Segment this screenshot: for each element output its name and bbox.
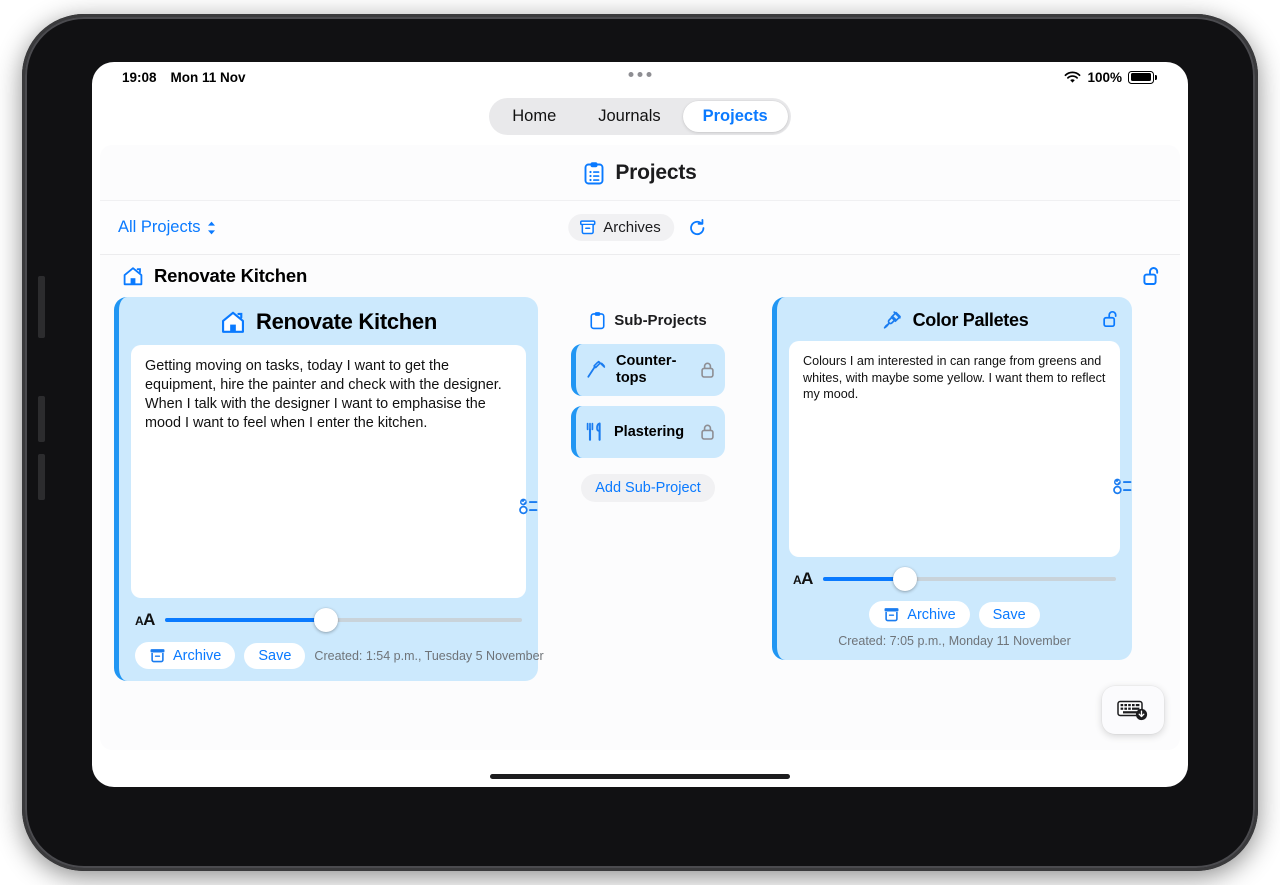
volume-up-button[interactable] [38,396,45,442]
status-time: 19:08 [122,69,157,85]
checklist-icon [1112,475,1134,497]
sub-project-label: Counter-tops [616,353,677,386]
status-bar-right: 100% [1064,69,1157,85]
keyboard-dismiss-icon [1116,697,1150,723]
project-header-title: Renovate Kitchen [154,265,308,286]
archive-box-icon [579,219,596,236]
all-projects-label: All Projects [118,218,201,236]
right-card-actions: Archive Save [777,593,1132,632]
left-font-size-slider[interactable]: AA [119,598,538,634]
hammer-icon [585,359,607,381]
right-column: Color Palletes Colours I am interested i… [772,297,1132,660]
left-note-text[interactable]: Getting moving on tasks, today I want to… [131,345,526,598]
right-card-unlock-button[interactable] [1102,309,1120,329]
chevron-up-down-icon [206,220,217,236]
left-checklist-button[interactable] [514,491,544,521]
left-column: Renovate Kitchen Getting moving on tasks… [114,297,544,681]
refresh-button[interactable] [682,213,712,243]
refresh-circle-icon [687,218,707,238]
left-card-title: Renovate Kitchen [255,309,438,334]
clipboard-icon [589,311,606,330]
tab-projects[interactable]: Projects [682,101,788,132]
sub-project-label: Plastering [614,423,685,440]
clipboard-list-icon [583,161,605,185]
status-date: Mon 11 Nov [170,69,246,85]
right-archive-button[interactable]: Archive [869,601,970,628]
home-indicator[interactable] [490,774,790,779]
power-button[interactable] [38,276,45,338]
lock-closed-icon [700,361,715,379]
wifi-icon [1064,71,1081,84]
right-card-title: Color Palletes [912,309,1029,330]
right-checklist-button[interactable] [1108,471,1138,501]
battery-full-icon [1128,70,1157,84]
toolbar-center-group: Archives [568,213,712,243]
project-header: Renovate Kitchen [100,255,1180,297]
house-icon [122,266,144,286]
sub-projects-header: Sub-Projects [589,301,707,344]
multitasking-handle[interactable] [628,72,652,77]
status-bar-left: 19:08 Mon 11 Nov [122,70,246,85]
paintbrush-icon [881,309,903,331]
right-note-wrap: Colours I am interested in can range fro… [777,341,1132,557]
keyboard-dismiss-button[interactable] [1102,686,1164,734]
tab-bar: Home Journals Projects [92,92,1188,145]
lock-open-icon [1142,265,1162,287]
right-note-text[interactable]: Colours I am interested in can range fro… [789,341,1120,557]
utensils-icon [585,421,605,443]
project-columns: Renovate Kitchen Getting moving on tasks… [100,297,1180,681]
left-slider-thumb[interactable] [313,608,338,632]
checklist-icon [518,495,540,517]
segmented-control: Home Journals Projects [489,98,791,135]
archives-label: Archives [603,219,661,236]
add-sub-project-button[interactable]: Add Sub-Project [581,474,715,502]
left-card-header: Renovate Kitchen [119,297,538,345]
left-note-wrap: Getting moving on tasks, today I want to… [119,345,538,598]
ipad-screen: 19:08 Mon 11 Nov 100% Home Journals Proj… [92,62,1188,787]
sub-project-plastering[interactable]: Plastering [571,406,725,458]
font-size-label: AA [135,610,155,629]
right-slider-track[interactable] [822,567,1116,591]
right-archive-label: Archive [907,606,956,623]
left-archive-label: Archive [173,647,222,664]
right-save-button[interactable]: Save [978,601,1040,628]
tab-home[interactable]: Home [492,101,576,132]
left-save-label: Save [258,647,292,664]
font-size-label: AA [793,569,813,588]
left-card-actions: Archive Save Created: 1:54 p.m., Tuesday… [119,634,544,681]
lock-open-icon [1102,309,1120,329]
right-font-size-slider[interactable]: AA [777,557,1132,593]
sub-project-note-card: Color Palletes Colours I am interested i… [772,297,1132,660]
lock-closed-icon [700,423,715,441]
sub-projects-title: Sub-Projects [614,312,707,329]
volume-down-button[interactable] [38,454,45,500]
tab-journals[interactable]: Journals [578,101,680,132]
sub-projects-column: Sub-Projects Counter-tops Plastering Add… [538,297,758,502]
status-bar: 19:08 Mon 11 Nov 100% [92,62,1188,92]
left-archive-button[interactable]: Archive [135,642,236,669]
archive-box-icon [883,606,900,623]
projects-toolbar: All Projects Archives [100,201,1180,255]
battery-percent-label: 100% [1087,69,1122,85]
archives-button[interactable]: Archives [568,214,674,241]
project-note-card: Renovate Kitchen Getting moving on tasks… [114,297,544,681]
project-unlock-button[interactable] [1142,265,1162,287]
left-slider-track[interactable] [164,608,522,632]
right-created-text: Created: 7:05 p.m., Monday 11 November [838,634,1071,648]
right-save-label: Save [992,606,1026,623]
ipad-device-frame: 19:08 Mon 11 Nov 100% Home Journals Proj… [22,14,1258,871]
right-slider-thumb[interactable] [893,567,917,591]
house-icon [220,310,246,334]
left-save-button[interactable]: Save [244,642,306,669]
left-created-text: Created: 1:54 p.m., Tuesday 5 November [314,648,544,663]
projects-panel: Projects All Projects Archives Renovate … [100,145,1180,750]
page-title-text: Projects [615,160,697,184]
right-card-header: Color Palletes [777,297,1132,341]
sub-project-countertops[interactable]: Counter-tops [571,344,725,396]
archive-box-icon [149,647,166,664]
all-projects-picker[interactable]: All Projects [118,218,217,237]
page-title: Projects [100,145,1180,201]
